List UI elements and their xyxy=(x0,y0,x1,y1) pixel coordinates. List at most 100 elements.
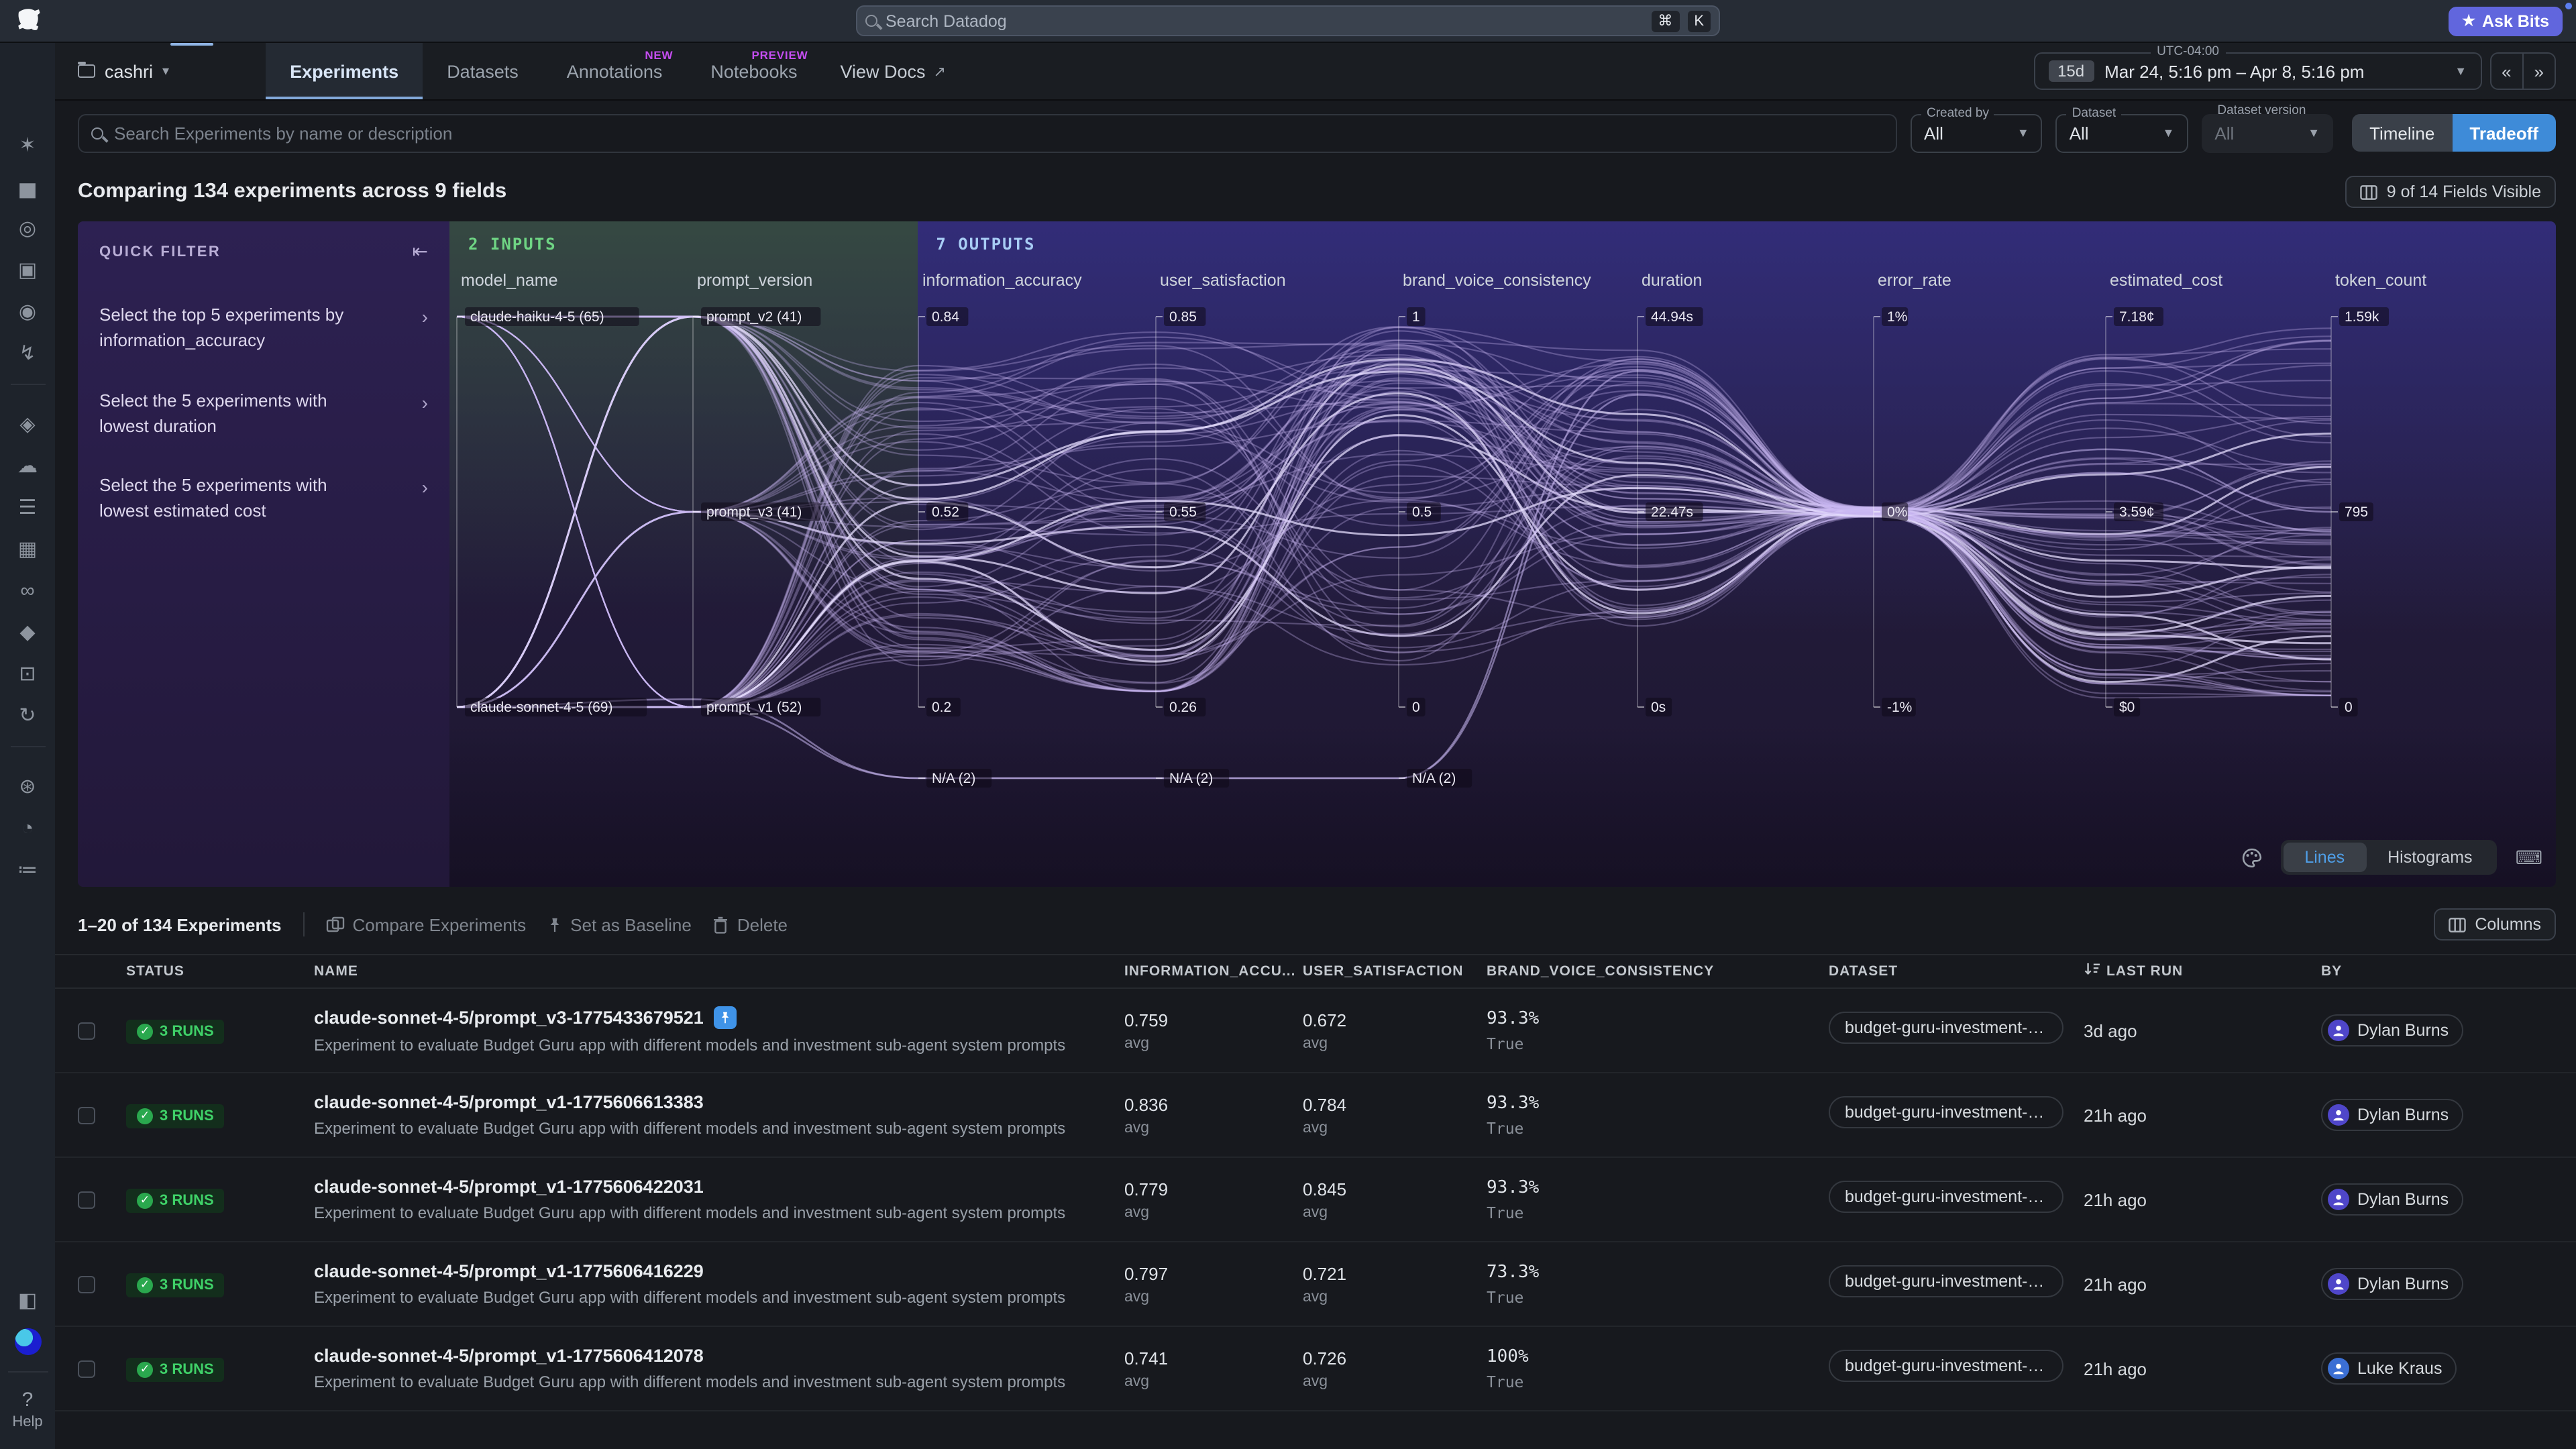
columns-button[interactable]: Columns xyxy=(2433,908,2556,941)
created-by-select[interactable]: Created by All ▼ xyxy=(1911,113,2043,152)
metric-value: 0.741 xyxy=(1124,1348,1303,1368)
delete-button[interactable]: Delete xyxy=(713,914,788,934)
cloud-cost-icon[interactable]: ☁ xyxy=(13,455,42,478)
set-baseline-button[interactable]: Set as Baseline xyxy=(547,914,692,934)
software-catalog-icon[interactable]: ▦ xyxy=(13,538,42,561)
view-docs-link[interactable]: View Docs ↗ xyxy=(821,43,965,99)
quick-filter-item-0[interactable]: Select the top 5 experiments by informat… xyxy=(99,303,428,354)
metric-sub: avg xyxy=(1124,1289,1303,1305)
help-button[interactable]: ? Help xyxy=(12,1389,42,1430)
dataset-pill[interactable]: budget-guru-investment-q... xyxy=(1829,1011,2063,1043)
experiment-name[interactable]: claude-sonnet-4-5/prompt_v3-177543367952… xyxy=(314,1008,704,1028)
tab-annotations[interactable]: AnnotationsNEW xyxy=(543,43,687,99)
pin-icon xyxy=(547,916,562,933)
bits-ai-icon[interactable]: ✶ xyxy=(13,134,42,157)
experiment-name[interactable]: claude-sonnet-4-5/prompt_v1-177560642203… xyxy=(314,1177,704,1197)
events-icon[interactable]: ↯ xyxy=(13,342,42,365)
column-header-dataset[interactable]: DATASET xyxy=(1829,963,2084,979)
time-back-button[interactable]: « xyxy=(2491,54,2522,89)
llm-observability-icon[interactable]: ≔ xyxy=(13,859,42,881)
sync-icon[interactable]: ↻ xyxy=(13,704,42,727)
experiment-checkbox[interactable] xyxy=(78,1275,95,1293)
dataset-pill[interactable]: budget-guru-investment-q... xyxy=(1829,1095,2063,1128)
experiment-checkbox[interactable] xyxy=(78,1191,95,1208)
experiment-checkbox[interactable] xyxy=(78,1106,95,1124)
folder-icon xyxy=(78,64,95,78)
metric-sub: avg xyxy=(1124,1120,1303,1136)
axis-label-user_satisfaction-mid: 0.55 xyxy=(1169,504,1197,520)
tab-experiments[interactable]: Experiments xyxy=(266,43,423,99)
dataset-select[interactable]: Dataset All ▼ xyxy=(2056,113,2188,152)
timeline-toggle[interactable]: Timeline xyxy=(2352,114,2452,152)
created-by-pill[interactable]: Dylan Burns xyxy=(2321,1014,2463,1046)
dataset-pill[interactable]: budget-guru-investment-q... xyxy=(1829,1180,2063,1212)
datadog-logo-icon[interactable] xyxy=(13,5,46,37)
ci-pipelines-icon[interactable]: ∞ xyxy=(13,580,42,602)
column-header-by[interactable]: BY xyxy=(2321,963,2556,979)
integrations-icon[interactable]: ▣ xyxy=(13,259,42,282)
dataset-pill[interactable]: budget-guru-investment-q... xyxy=(1829,1349,2063,1381)
palette-icon[interactable] xyxy=(2241,847,2261,867)
quick-filter-item-1[interactable]: Select the 5 experiments with lowest dur… xyxy=(99,388,428,439)
experiment-name[interactable]: claude-sonnet-4-5/prompt_v1-177560641622… xyxy=(314,1261,704,1281)
lines-toggle[interactable]: Lines xyxy=(2283,843,2366,872)
experiment-row-1[interactable]: ✓3 RUNS claude-sonnet-4-5/prompt_v1-17756… xyxy=(55,1073,2576,1158)
notification-dot xyxy=(2565,3,2572,9)
metric-value: 0.845 xyxy=(1303,1179,1487,1199)
column-header-last-run[interactable]: LAST RUN xyxy=(2084,962,2321,981)
parallel-coordinates-chart[interactable]: 2 INPUTS 7 OUTPUTS model_nameclaude-haik… xyxy=(449,221,2556,887)
profiling-icon[interactable]: ◔ xyxy=(13,817,42,840)
compare-experiments-button[interactable]: Compare Experiments xyxy=(326,914,527,934)
column-header-information-accu-[interactable]: INFORMATION_ACCU... xyxy=(1124,963,1303,979)
ask-bits-button[interactable]: ★ Ask Bits xyxy=(2449,6,2563,36)
metric-sub: avg xyxy=(1303,1120,1487,1136)
compare-icon xyxy=(326,916,345,932)
tab-notebooks[interactable]: NotebooksPREVIEW xyxy=(686,43,821,99)
column-header-user-satisfaction[interactable]: USER_SATISFACTION xyxy=(1303,963,1487,979)
keyboard-shortcuts-icon[interactable]: ⌨ xyxy=(2516,846,2542,869)
tradeoff-toggle[interactable]: Tradeoff xyxy=(2452,114,2556,152)
logs-icon[interactable]: ☰ xyxy=(13,496,42,519)
time-range-badge: 15d xyxy=(2048,60,2094,82)
experiment-name[interactable]: claude-sonnet-4-5/prompt_v1-177560641207… xyxy=(314,1346,704,1366)
security-icon[interactable]: ◆ xyxy=(13,621,42,644)
created-by-pill[interactable]: Dylan Burns xyxy=(2321,1268,2463,1300)
created-by-pill[interactable]: Luke Kraus xyxy=(2321,1352,2457,1385)
axis-label-brand_voice_consistency-mid: 0.5 xyxy=(1412,504,1432,520)
page-title: Comparing 134 experiments across 9 field… xyxy=(78,180,506,204)
service-catalog-icon[interactable]: ◈ xyxy=(13,413,42,436)
created-by-pill[interactable]: Dylan Burns xyxy=(2321,1099,2463,1131)
histograms-toggle[interactable]: Histograms xyxy=(2366,843,2493,872)
integrations-puzzle-icon[interactable]: ◧ xyxy=(13,1289,42,1312)
experiment-row-2[interactable]: ✓3 RUNSclaude-sonnet-4-5/prompt_v1-17756… xyxy=(55,1158,2576,1242)
axis-label-brand_voice_consistency-top: 1 xyxy=(1412,309,1420,325)
column-header-brand-voice-consistency[interactable]: BRAND_VOICE_CONSISTENCY xyxy=(1487,963,1829,979)
dashboards-icon[interactable]: ▅ xyxy=(13,176,42,199)
created-by-pill[interactable]: Dylan Burns xyxy=(2321,1183,2463,1216)
experiment-name[interactable]: claude-sonnet-4-5/prompt_v1-177560661338… xyxy=(314,1092,704,1112)
dataset-pill[interactable]: budget-guru-investment-q... xyxy=(1829,1265,2063,1297)
user-avatar[interactable] xyxy=(14,1328,41,1355)
quick-filter-item-2[interactable]: Select the 5 experiments with lowest est… xyxy=(99,474,428,525)
collapse-panel-icon[interactable]: ⇤ xyxy=(413,240,428,263)
status-badge: ✓3 RUNS xyxy=(126,1104,225,1128)
error-tracking-icon[interactable]: ⊛ xyxy=(13,775,42,798)
monitors-icon[interactable]: ◉ xyxy=(13,301,42,323)
axis-label-prompt_version-top: prompt_v2 (41) xyxy=(706,309,802,325)
tab-datasets[interactable]: Datasets xyxy=(423,43,543,99)
apm-icon[interactable]: ◎ xyxy=(13,217,42,240)
experiment-checkbox[interactable] xyxy=(78,1360,95,1377)
metric-value: 0.672 xyxy=(1303,1010,1487,1030)
fields-visible-button[interactable]: 9 of 14 Fields Visible xyxy=(2345,176,2556,208)
time-range-picker[interactable]: UTC-04:00 15d Mar 24, 5:16 pm – Apr 8, 5… xyxy=(2033,52,2481,90)
experiment-checkbox[interactable] xyxy=(78,1022,95,1039)
experiment-row-0[interactable]: ✓3 RUNSclaude-sonnet-4-5/prompt_v3-17754… xyxy=(55,989,2576,1073)
time-forward-button[interactable]: » xyxy=(2522,54,2555,89)
experiment-row-3[interactable]: ✓3 RUNSclaude-sonnet-4-5/prompt_v1-17756… xyxy=(55,1242,2576,1327)
audit-trail-icon[interactable]: ⊡ xyxy=(13,663,42,686)
experiments-search-input[interactable]: Search Experiments by name or descriptio… xyxy=(78,113,1897,152)
global-search-input[interactable]: Search Datadog ⌘ K xyxy=(856,5,1720,36)
experiment-row-4[interactable]: ✓3 RUNSclaude-sonnet-4-5/prompt_v1-17756… xyxy=(55,1327,2576,1411)
axis-title-information_accuracy: information_accuracy xyxy=(922,271,1082,290)
org-switcher[interactable]: cashri ▾ xyxy=(78,43,169,99)
